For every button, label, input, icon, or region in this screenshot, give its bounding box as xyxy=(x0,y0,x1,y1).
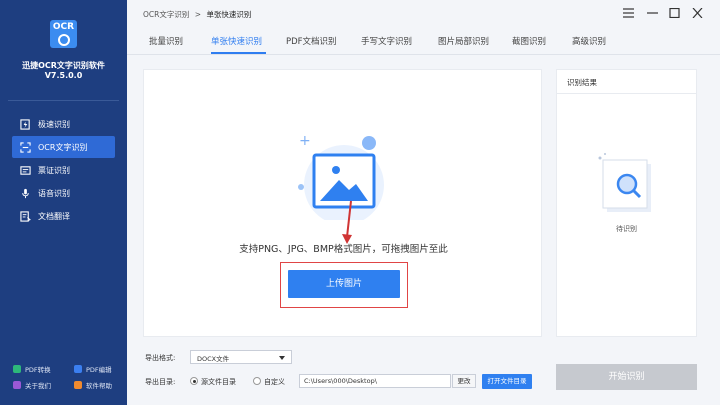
tab-active-indicator xyxy=(211,52,266,54)
menu-icon[interactable] xyxy=(623,8,634,18)
tab-single-fast[interactable]: 单张快速识别 xyxy=(211,35,262,47)
breadcrumb-separator: > xyxy=(194,10,202,19)
export-format-select[interactable]: DOCX文件 xyxy=(190,350,292,364)
radio-source-dir[interactable] xyxy=(190,377,198,385)
pdf-convert-icon xyxy=(13,365,21,373)
radio-source-label: 源文件目录 xyxy=(201,378,236,386)
eye-icon xyxy=(57,34,70,46)
sidebar-item-ocr[interactable]: OCR文字识别 xyxy=(12,136,115,158)
about-link[interactable]: 关于我们 xyxy=(13,380,51,390)
tab-batch[interactable]: 批量识别 xyxy=(149,35,183,47)
breadcrumb: OCR文字识别 > 单张快速识别 xyxy=(143,9,251,20)
image-placeholder-icon: + xyxy=(298,133,384,220)
sidebar-item-label: 文档翻译 xyxy=(38,211,70,221)
ticket-icon xyxy=(20,165,31,175)
close-icon[interactable] xyxy=(692,8,703,18)
change-path-button[interactable]: 更改 xyxy=(452,374,476,388)
maximize-icon[interactable] xyxy=(669,8,680,18)
tab-partial[interactable]: 图片局部识别 xyxy=(438,35,489,47)
radio-custom-dir[interactable] xyxy=(253,377,261,385)
pdf-convert-link[interactable]: PDF转换 xyxy=(13,364,51,374)
sidebar-item-label: 语音识别 xyxy=(38,188,70,198)
sidebar-item-fast[interactable]: 极速识别 xyxy=(12,113,115,135)
pdf-edit-link[interactable]: PDF编辑 xyxy=(74,364,112,374)
translate-doc-icon xyxy=(20,210,31,222)
sidebar: OCR 迅捷OCR文字识别软件 V7.5.0.0 极速识别 OCR文字识别 票证… xyxy=(0,0,127,405)
microphone-icon xyxy=(22,188,29,198)
minimize-icon[interactable] xyxy=(647,8,658,18)
export-path-input[interactable]: C:\Users\000\Desktop\ xyxy=(299,374,451,388)
result-title: 识别结果 xyxy=(557,70,696,94)
sidebar-item-label: 票证识别 xyxy=(38,165,70,175)
svg-text:+: + xyxy=(299,133,311,149)
sidebar-item-label: 极速识别 xyxy=(38,119,70,129)
upload-highlight-frame: 上传图片 xyxy=(280,262,408,308)
pdf-convert-label: PDF转换 xyxy=(25,366,51,374)
app-version: V7.5.0.0 xyxy=(44,71,83,80)
lightning-doc-icon xyxy=(20,118,30,130)
about-icon xyxy=(13,381,21,389)
export-format-label: 导出格式: xyxy=(145,354,176,362)
result-empty-text: 待识别 xyxy=(616,225,637,233)
sidebar-item-label: OCR文字识别 xyxy=(38,142,88,152)
app-logo: OCR xyxy=(50,20,77,48)
tab-bar: 批量识别 单张快速识别 PDF文档识别 手写文字识别 图片局部识别 截图识别 高… xyxy=(127,28,720,55)
arrow-indicator-icon xyxy=(342,200,352,244)
tab-advanced[interactable]: 高级识别 xyxy=(572,35,606,47)
pending-document-icon xyxy=(598,153,651,212)
app-name: 迅捷OCR文字识别软件 xyxy=(22,61,105,70)
sidebar-item-translate[interactable]: 文档翻译 xyxy=(12,205,115,227)
sidebar-divider xyxy=(8,100,119,101)
sidebar-item-ticket[interactable]: 票证识别 xyxy=(12,159,115,181)
logo-text: OCR xyxy=(52,22,75,32)
upload-hint: 支持PNG、JPG、BMP格式图片，可拖拽图片至此 xyxy=(239,244,448,255)
tab-screenshot[interactable]: 截图识别 xyxy=(512,35,546,47)
export-dir-label: 导出目录: xyxy=(145,378,176,386)
about-label: 关于我们 xyxy=(25,382,51,390)
scan-frame-icon xyxy=(20,141,31,153)
help-icon xyxy=(74,381,82,389)
help-link[interactable]: 软件帮助 xyxy=(74,380,112,390)
chevron-down-icon xyxy=(279,356,285,360)
breadcrumb-current: 单张快速识别 xyxy=(206,10,252,19)
breadcrumb-root[interactable]: OCR文字识别 xyxy=(143,10,189,19)
result-panel: 识别结果 待识别 xyxy=(556,69,697,337)
export-format-value: DOCX文件 xyxy=(197,355,230,363)
pdf-edit-icon xyxy=(74,365,82,373)
open-folder-button[interactable]: 打开文件目录 xyxy=(482,374,532,389)
pdf-edit-label: PDF编辑 xyxy=(86,366,112,374)
upload-image-button[interactable]: 上传图片 xyxy=(288,270,400,298)
tab-handwriting[interactable]: 手写文字识别 xyxy=(361,35,412,47)
start-recognition-button[interactable]: 开始识别 xyxy=(556,364,697,390)
radio-custom-label: 自定义 xyxy=(264,378,285,386)
help-label: 软件帮助 xyxy=(86,382,112,390)
tab-pdf[interactable]: PDF文档识别 xyxy=(286,35,337,47)
sidebar-item-voice[interactable]: 语音识别 xyxy=(12,182,115,204)
app-window: OCR 迅捷OCR文字识别软件 V7.5.0.0 极速识别 OCR文字识别 票证… xyxy=(0,0,720,405)
